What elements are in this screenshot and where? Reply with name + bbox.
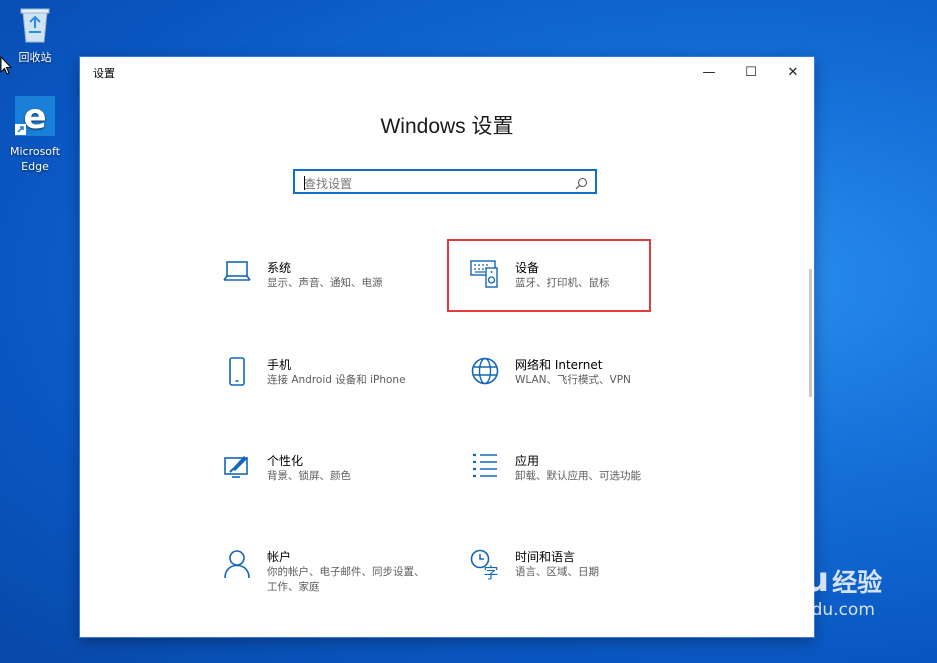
watermark-url: jingyan.baidu.com [718,600,875,620]
svg-text:字: 字 [483,564,498,580]
watermark-logo-end: du [779,560,831,600]
tile-system-name: 系统 [267,261,292,275]
edge-shortcut[interactable]: e Microsoft Edge [4,94,66,174]
close-button[interactable]: ✕ [772,57,814,87]
tile-time-language-name: 时间和语言 [515,550,576,564]
tile-network-desc: WLAN、飞行模式、VPN [515,374,631,386]
recycle-bin-shortcut[interactable]: 回收站 [4,4,66,65]
tile-personalization-desc: 背景、锁屏、颜色 [267,470,351,482]
tile-network-name: 网络和 Internet [515,358,603,372]
person-icon [220,548,254,582]
tile-personalization-name: 个性化 [267,454,304,468]
tile-phone[interactable]: 手机 连接 Android 设备和 iPhone [220,356,420,426]
recycle-bin-icon [4,4,66,48]
tile-system[interactable]: 系统 显示、声音、通知、电源 [220,259,420,329]
tile-network[interactable]: 网络和 Internet WLAN、飞行模式、VPN [468,356,668,426]
edge-icon: e [4,94,66,142]
tile-time-language-desc: 语言、区域、日期 [515,566,599,578]
laptop-icon [220,259,254,293]
highlight-box [447,239,651,312]
baidu-jingyan-watermark: Baidu经验 jingyan.baidu.com [716,560,883,620]
page-heading: Windows 设置 [380,115,514,138]
tile-time-language[interactable]: 字 时间和语言 语言、区域、日期 [468,548,668,618]
clock-language-icon: 字 [468,548,502,582]
tile-apps[interactable]: 应用 卸载、默认应用、可选功能 [468,452,668,522]
search-placeholder: 查找设置 [304,177,353,191]
list-icon [468,452,502,486]
tile-phone-name: 手机 [267,358,292,372]
phone-icon [220,356,254,390]
search-icon [575,175,588,194]
window-title: 设置 [93,67,115,80]
tile-accounts-name: 帐户 [267,550,292,564]
edge-label-line1: Microsoft [9,145,61,158]
tile-phone-desc: 连接 Android 设备和 iPhone [267,374,406,386]
svg-text:e: e [23,97,46,137]
tile-apps-name: 应用 [515,454,540,468]
edge-label-line2: Edge [21,160,49,173]
watermark-logo: Bai [716,560,780,600]
recycle-bin-label: 回收站 [18,51,52,64]
tile-personalization[interactable]: 个性化 背景、锁屏、颜色 [220,452,420,522]
mouse-pointer-icon [0,56,12,75]
search-box[interactable]: 查找设置 [293,169,597,194]
watermark-jingyan: 经验 [832,568,883,597]
tile-system-desc: 显示、声音、通知、电源 [267,277,383,289]
title-bar[interactable]: 设置 — ☐ ✕ [80,57,814,87]
globe-icon [468,356,502,390]
text-caret [304,176,305,190]
minimize-button[interactable]: — [688,57,730,87]
paint-brush-icon [220,452,254,486]
maximize-button[interactable]: ☐ [730,57,772,87]
scrollbar[interactable] [809,269,812,397]
tile-apps-desc: 卸载、默认应用、可选功能 [515,470,641,482]
tile-accounts[interactable]: 帐户 你的帐户、电子邮件、同步设置、工作、家庭 [220,548,425,618]
tile-accounts-desc: 你的帐户、电子邮件、同步设置、工作、家庭 [267,566,425,593]
settings-window: 设置 — ☐ ✕ Windows 设置 查找设置 系统 显示、声音、通知、电源 [80,57,814,637]
